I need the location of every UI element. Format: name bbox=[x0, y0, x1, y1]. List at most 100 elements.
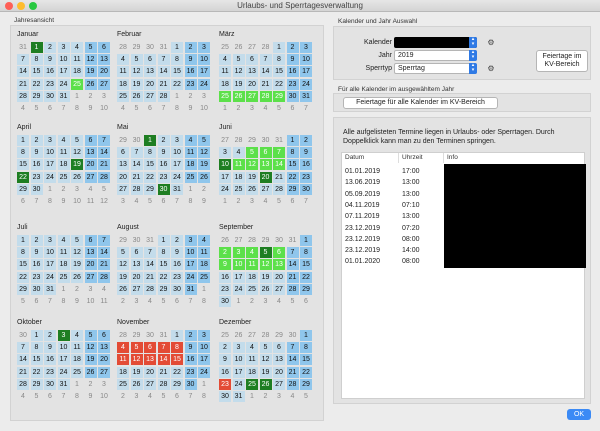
day-cell[interactable]: 6 bbox=[144, 342, 156, 354]
day-cell[interactable]: 30 bbox=[219, 391, 231, 402]
day-cell[interactable]: 2 bbox=[233, 103, 245, 114]
day-cell[interactable]: 2 bbox=[85, 379, 97, 390]
day-cell[interactable]: 24 bbox=[184, 271, 197, 283]
day-cell[interactable]: 17 bbox=[44, 259, 56, 271]
day-cell[interactable]: 6 bbox=[158, 196, 170, 207]
day-cell[interactable]: 8 bbox=[30, 54, 43, 66]
day-cell[interactable]: 20 bbox=[117, 171, 129, 183]
table-row[interactable]: 04.11.2019 07:10 bbox=[342, 201, 444, 211]
day-cell[interactable]: 9 bbox=[219, 354, 231, 366]
day-cell[interactable]: 18 bbox=[219, 78, 231, 90]
day-cell[interactable]: 5 bbox=[71, 235, 83, 246]
day-cell[interactable]: 13 bbox=[273, 354, 285, 366]
day-cell[interactable]: 8 bbox=[71, 391, 83, 402]
day-cell[interactable]: 27 bbox=[219, 135, 231, 146]
day-cell[interactable]: 5 bbox=[31, 103, 43, 114]
day-cell[interactable]: 31 bbox=[232, 391, 245, 402]
day-cell[interactable]: 30 bbox=[171, 283, 183, 295]
day-cell[interactable]: 5 bbox=[130, 342, 143, 354]
day-cell[interactable]: 31 bbox=[17, 42, 29, 53]
day-cell[interactable]: 14 bbox=[259, 66, 272, 78]
day-cell[interactable]: 6 bbox=[171, 391, 183, 402]
day-cell[interactable]: 10 bbox=[171, 147, 183, 159]
day-cell[interactable]: 10 bbox=[198, 342, 210, 354]
day-cell[interactable]: 31 bbox=[158, 330, 170, 341]
day-cell[interactable]: 3 bbox=[117, 196, 129, 207]
day-cell[interactable]: 21 bbox=[259, 78, 272, 90]
day-cell[interactable]: 3 bbox=[219, 147, 231, 159]
day-cell[interactable]: 1 bbox=[273, 42, 285, 53]
day-cell[interactable]: 1 bbox=[171, 42, 183, 53]
day-cell[interactable]: 30 bbox=[273, 235, 285, 246]
day-cell[interactable]: 8 bbox=[171, 103, 183, 114]
day-cell[interactable]: 19 bbox=[130, 366, 143, 378]
day-cell[interactable]: 9 bbox=[44, 342, 56, 354]
day-cell[interactable]: 29 bbox=[17, 183, 29, 195]
day-cell[interactable]: 3 bbox=[198, 42, 210, 53]
day-cell[interactable]: 5 bbox=[300, 391, 312, 402]
day-cell[interactable]: 30 bbox=[144, 330, 156, 341]
day-cell[interactable]: 6 bbox=[17, 196, 29, 207]
day-cell[interactable]: 3 bbox=[44, 235, 56, 246]
day-cell[interactable]: 1 bbox=[219, 103, 231, 114]
day-cell[interactable]: 7 bbox=[158, 103, 170, 114]
day-cell[interactable]: 6 bbox=[246, 54, 258, 66]
day-cell[interactable]: 3 bbox=[171, 135, 183, 146]
gear-icon[interactable]: ⚙ bbox=[487, 65, 495, 73]
day-cell[interactable]: 27 bbox=[246, 330, 258, 341]
day-cell[interactable]: 6 bbox=[130, 247, 143, 259]
day-cell[interactable]: 7 bbox=[98, 235, 110, 246]
day-cell[interactable]: 24 bbox=[44, 271, 56, 283]
day-cell[interactable]: 24 bbox=[198, 78, 210, 90]
day-cell[interactable]: 1 bbox=[198, 284, 210, 295]
day-cell[interactable]: 23 bbox=[30, 171, 43, 183]
day-cell[interactable]: 30 bbox=[44, 90, 56, 102]
day-cell[interactable]: 8 bbox=[198, 391, 210, 402]
day-cell[interactable]: 5 bbox=[130, 54, 143, 66]
day-cell[interactable]: 28 bbox=[157, 90, 170, 102]
day-cell[interactable]: 3 bbox=[232, 247, 245, 259]
table-row[interactable]: 13.06.2019 13:00 bbox=[342, 178, 444, 188]
day-cell[interactable]: 14 bbox=[98, 247, 110, 259]
day-cell[interactable]: 1 bbox=[300, 235, 312, 246]
day-cell[interactable]: 22 bbox=[171, 78, 183, 90]
day-cell[interactable]: 6 bbox=[287, 196, 299, 207]
block-type-select[interactable]: Sperrtag ▴ ▾ bbox=[394, 63, 477, 74]
day-cell[interactable]: 25 bbox=[184, 171, 197, 183]
day-cell[interactable]: 17 bbox=[198, 66, 210, 78]
day-cell[interactable]: 14 bbox=[157, 354, 170, 366]
day-cell[interactable]: 26 bbox=[84, 78, 97, 90]
day-cell[interactable]: 5 bbox=[84, 330, 97, 341]
day-cell[interactable]: 21 bbox=[157, 78, 170, 90]
table-row[interactable]: 07.11.2019 13:00 bbox=[342, 212, 444, 222]
day-cell[interactable]: 14 bbox=[144, 259, 156, 271]
day-cell[interactable]: 23 bbox=[171, 271, 183, 283]
day-cell[interactable]: 13 bbox=[144, 354, 156, 366]
day-cell[interactable]: 1 bbox=[219, 196, 231, 207]
day-cell[interactable]: 5 bbox=[131, 103, 143, 114]
day-cell[interactable]: 4 bbox=[71, 330, 83, 341]
day-cell[interactable]: 22 bbox=[30, 78, 43, 90]
day-cell[interactable]: 1 bbox=[246, 391, 258, 402]
day-cell[interactable]: 7 bbox=[130, 147, 143, 159]
day-cell[interactable]: 2 bbox=[171, 235, 183, 246]
day-cell[interactable]: 6 bbox=[300, 296, 312, 307]
day-cell[interactable]: 7 bbox=[17, 342, 29, 354]
day-cell[interactable]: 28 bbox=[17, 378, 29, 390]
day-cell[interactable]: 28 bbox=[117, 330, 129, 341]
day-cell[interactable]: 1 bbox=[171, 330, 183, 341]
day-cell[interactable]: 21 bbox=[157, 366, 170, 378]
day-cell[interactable]: 26 bbox=[259, 378, 272, 390]
day-cell[interactable]: 25 bbox=[57, 171, 70, 183]
day-cell[interactable]: 22 bbox=[17, 171, 29, 183]
day-cell[interactable]: 11 bbox=[71, 342, 83, 354]
day-cell[interactable]: 10 bbox=[232, 259, 245, 271]
day-cell[interactable]: 7 bbox=[58, 391, 70, 402]
day-cell[interactable]: 4 bbox=[117, 103, 129, 114]
day-cell[interactable]: 27 bbox=[98, 366, 110, 378]
day-cell[interactable]: 24 bbox=[198, 366, 210, 378]
day-cell[interactable]: 3 bbox=[198, 330, 210, 341]
day-cell[interactable]: 31 bbox=[287, 235, 299, 246]
day-cell[interactable]: 13 bbox=[259, 159, 272, 171]
day-cell[interactable]: 1 bbox=[30, 42, 43, 53]
